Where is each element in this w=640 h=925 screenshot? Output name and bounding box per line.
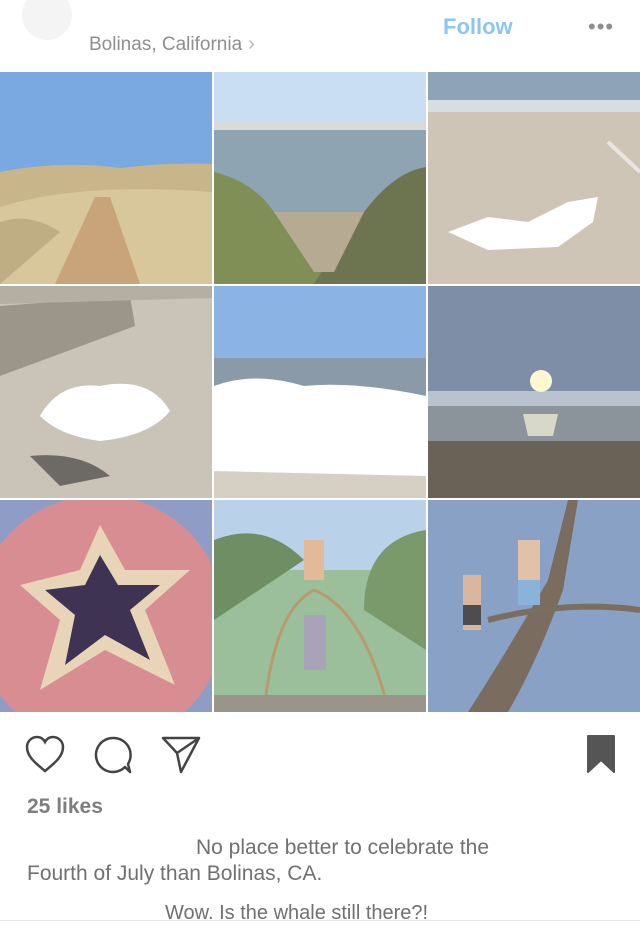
location-label: Bolinas, California <box>89 33 243 55</box>
send-icon[interactable] <box>160 734 202 779</box>
caption-text: Fourth of July than Bolinas, CA. <box>27 862 323 885</box>
photo-tile-playground[interactable] <box>214 500 426 712</box>
chevron-right-icon: › <box>248 33 255 55</box>
caption-text: No place better to celebrate the <box>196 836 490 859</box>
more-options-icon[interactable]: ••• <box>588 14 614 40</box>
photo-tile-blueberry-galette[interactable] <box>0 500 212 712</box>
avatar[interactable] <box>22 0 72 40</box>
photo-tile-dirt-path[interactable] <box>0 72 212 284</box>
photo-tile-ocean-cliff[interactable] <box>214 72 426 284</box>
photo-tile-beach-log[interactable] <box>0 286 212 498</box>
follow-button[interactable]: Follow <box>443 14 513 40</box>
comment-text: Wow. Is the whale still there?! <box>165 902 429 924</box>
photo-tile-sunset-beach[interactable] <box>428 286 640 498</box>
bookmark-icon[interactable] <box>586 734 616 779</box>
photo-tile-tree-climbers[interactable] <box>428 500 640 712</box>
photo-grid <box>0 72 640 712</box>
photo-tile-beach-sand[interactable] <box>428 72 640 284</box>
post-actions-bar <box>0 712 640 792</box>
heart-icon[interactable] <box>24 734 66 779</box>
divider <box>0 920 640 921</box>
location-link[interactable]: Bolinas, California › <box>89 33 255 56</box>
comment-icon[interactable] <box>92 734 134 781</box>
post-header: Bolinas, California › Follow ••• <box>0 0 640 72</box>
likes-count[interactable]: 25 likes <box>27 795 103 819</box>
photo-tile-ocean-horizon[interactable] <box>214 286 426 498</box>
